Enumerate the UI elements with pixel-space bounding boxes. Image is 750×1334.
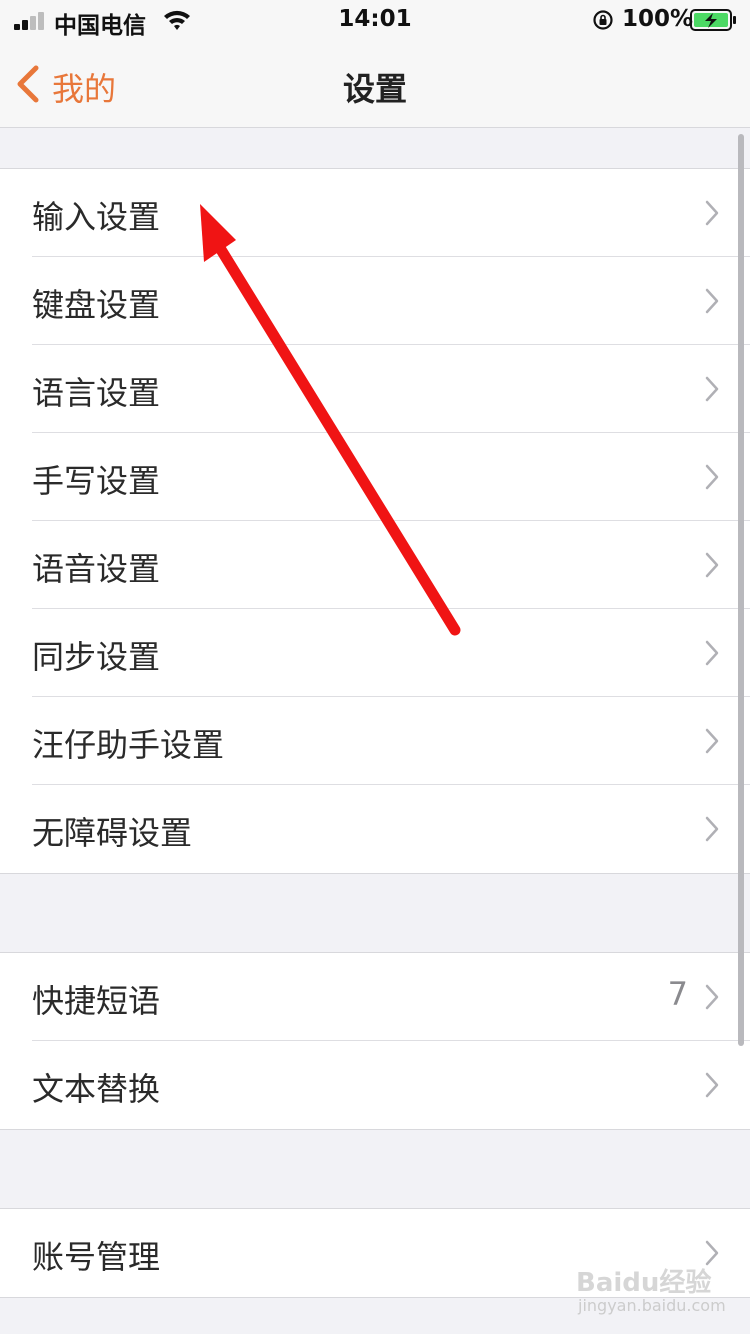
settings-row-keyboard[interactable]: 键盘设置 bbox=[0, 257, 750, 345]
row-label: 账号管理 bbox=[32, 1238, 161, 1276]
row-label: 键盘设置 bbox=[32, 286, 161, 324]
settings-group-text: 快捷短语 7 文本替换 bbox=[0, 952, 750, 1130]
quick-phrases-count: 7 bbox=[667, 975, 688, 1013]
row-label: 无障碍设置 bbox=[32, 814, 193, 852]
chevron-right-icon bbox=[705, 640, 719, 666]
navigation-bar: 我的 设置 bbox=[0, 40, 750, 128]
battery-icon bbox=[690, 9, 736, 31]
row-label: 手写设置 bbox=[32, 462, 161, 500]
row-label: 语音设置 bbox=[32, 550, 161, 588]
row-label: 快捷短语 bbox=[32, 982, 161, 1020]
page-title: 设置 bbox=[342, 70, 407, 108]
settings-row-sync[interactable]: 同步设置 bbox=[0, 609, 750, 697]
scrollbar[interactable] bbox=[738, 134, 744, 1046]
chevron-right-icon bbox=[705, 464, 719, 490]
settings-row-voice[interactable]: 语音设置 bbox=[0, 521, 750, 609]
watermark-logo: Baidu经验 bbox=[576, 1268, 712, 1298]
chevron-right-icon bbox=[705, 288, 719, 314]
row-label: 文本替换 bbox=[32, 1070, 161, 1108]
chevron-right-icon bbox=[705, 984, 719, 1010]
settings-row-text-replacement[interactable]: 文本替换 bbox=[0, 1041, 750, 1129]
row-label: 汪仔助手设置 bbox=[32, 726, 225, 764]
chevron-right-icon bbox=[705, 816, 719, 842]
baidu-watermark: Baidu经验 jingyan.baidu.com bbox=[576, 1262, 726, 1322]
chevron-right-icon bbox=[705, 376, 719, 402]
settings-row-quick-phrases[interactable]: 快捷短语 7 bbox=[0, 953, 750, 1041]
battery-percent: 100% bbox=[622, 6, 694, 32]
settings-row-language[interactable]: 语言设置 bbox=[0, 345, 750, 433]
chevron-right-icon bbox=[705, 200, 719, 226]
status-bar: 中国电信 14:01 100% bbox=[0, 0, 750, 40]
settings-group-general: 输入设置 键盘设置 语言设置 手写设置 语音设置 同步设置 汪仔助手设置 无障碍… bbox=[0, 168, 750, 874]
row-label: 输入设置 bbox=[32, 198, 161, 236]
rotation-lock-icon bbox=[593, 10, 613, 30]
settings-row-accessibility[interactable]: 无障碍设置 bbox=[0, 785, 750, 873]
chevron-right-icon bbox=[705, 728, 719, 754]
settings-row-assistant[interactable]: 汪仔助手设置 bbox=[0, 697, 750, 785]
row-label: 同步设置 bbox=[32, 638, 161, 676]
settings-row-handwriting[interactable]: 手写设置 bbox=[0, 433, 750, 521]
row-label: 语言设置 bbox=[32, 374, 161, 412]
watermark-url: jingyan.baidu.com bbox=[578, 1296, 726, 1315]
chevron-right-icon bbox=[705, 1072, 719, 1098]
settings-row-input[interactable]: 输入设置 bbox=[0, 169, 750, 257]
chevron-right-icon bbox=[705, 552, 719, 578]
